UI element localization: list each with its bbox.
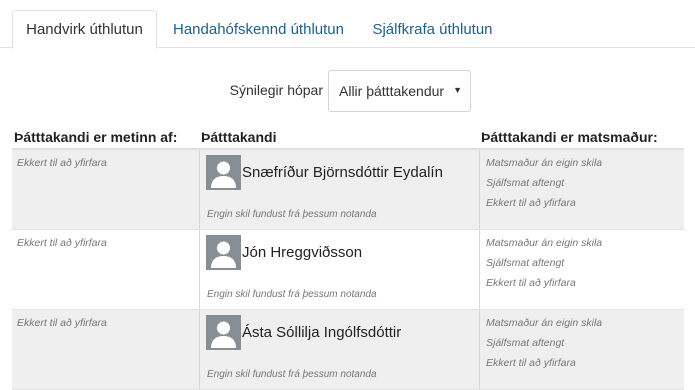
table-row: Ekkert til að yfirfara Jón Hreggviðsson … (12, 230, 684, 310)
reviewer-status: Matsmaður án eigin skila (486, 317, 603, 329)
no-submission-note: Engin skil fundust frá þessum notanda (207, 369, 377, 380)
groups-filter: Sýnilegir hópar Allir þátttakendur ▼ (0, 70, 695, 112)
groups-filter-label: Sýnilegir hópar (229, 82, 323, 98)
caret-down-icon: ▼ (453, 85, 462, 95)
reviewed-by-status: Ekkert til að yfirfara (17, 317, 107, 329)
column-divider (199, 230, 200, 309)
reviewer-of-list: Matsmaður án eigin skila Sjálfsmat aften… (486, 236, 602, 296)
user-silhouette-icon[interactable] (206, 315, 241, 350)
reviewer-status: Sjálfsmat aftengt (486, 257, 565, 269)
reviewed-by-status: Ekkert til að yfirfara (17, 237, 107, 249)
column-divider (479, 150, 480, 229)
reviewer-status: Sjálfsmat aftengt (486, 177, 565, 189)
reviewer-of-list: Matsmaður án eigin skila Sjálfsmat aften… (486, 156, 602, 216)
allocation-tabs: Handvirk úthlutun Handahófskennd úthlutu… (0, 0, 695, 49)
header-reviewed-by: Þátttakandi er metinn af: (14, 129, 178, 145)
reviewer-status: Sjálfsmat aftengt (486, 337, 565, 349)
reviewed-by-status: Ekkert til að yfirfara (17, 157, 107, 169)
user-silhouette-icon[interactable] (206, 155, 241, 190)
participant-name[interactable]: Snæfríður Björnsdóttir Eydalín (242, 164, 443, 181)
column-divider (199, 310, 200, 389)
reviewer-status: Matsmaður án eigin skila (486, 157, 603, 169)
groups-select[interactable]: Allir þátttakendur ▼ (328, 70, 471, 112)
column-divider (479, 230, 480, 309)
table-header: Þátttakandi er metinn af: Þátttakandi Þá… (12, 126, 684, 150)
tab-random-allocation[interactable]: Handahófskennd úthlutun (160, 10, 357, 48)
column-divider (199, 150, 200, 229)
participant-name[interactable]: Ásta Sóllilja Ingólfsdóttir (242, 324, 401, 341)
reviewer-status: Matsmaður án eigin skila (486, 237, 603, 249)
reviewer-of-list: Matsmaður án eigin skila Sjálfsmat aften… (486, 316, 602, 376)
tab-manual-allocation[interactable]: Handvirk úthlutun (12, 10, 157, 49)
header-participant: Þátttakandi (201, 129, 277, 145)
page: Handvirk úthlutun Handahófskennd úthlutu… (0, 0, 695, 390)
no-submission-note: Engin skil fundust frá þessum notanda (207, 289, 377, 300)
column-divider (479, 310, 480, 389)
reviewer-status: Ekkert til að yfirfara (486, 277, 576, 289)
participant-name[interactable]: Jón Hreggviðsson (242, 244, 362, 261)
no-submission-note: Engin skil fundust frá þessum notanda (207, 209, 377, 220)
reviewer-status: Ekkert til að yfirfara (486, 197, 576, 209)
tab-automatic-allocation[interactable]: Sjálfkrafa úthlutun (360, 10, 505, 48)
header-is-reviewer-of: Þátttakandi er matsmaður: (481, 129, 658, 145)
groups-select-value: Allir þátttakendur (339, 83, 445, 99)
table-row: Ekkert til að yfirfara Ásta Sóllilja Ing… (12, 310, 684, 390)
allocation-table: Þátttakandi er metinn af: Þátttakandi Þá… (12, 126, 684, 390)
table-row: Ekkert til að yfirfara Snæfríður Björnsd… (12, 150, 684, 230)
user-silhouette-icon[interactable] (206, 235, 241, 270)
reviewer-status: Ekkert til að yfirfara (486, 357, 576, 369)
